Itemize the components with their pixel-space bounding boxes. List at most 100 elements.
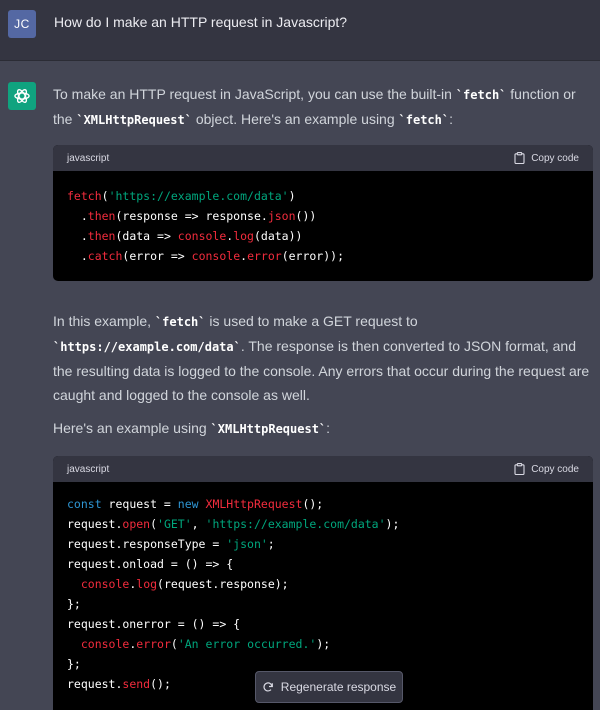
code-token: open bbox=[122, 517, 151, 531]
code-token: fetch bbox=[67, 189, 102, 203]
code-token: . bbox=[67, 249, 88, 263]
response-paragraph-intro: To make an HTTP request in JavaScript, y… bbox=[53, 82, 593, 132]
code-line: request.onload = () => { bbox=[67, 554, 579, 574]
inline-code: `fetch` bbox=[455, 88, 507, 102]
response-paragraph-explanation: In this example, `fetch` is used to make… bbox=[53, 309, 593, 407]
code-token: const bbox=[67, 497, 102, 511]
code-token: (data)) bbox=[253, 229, 303, 243]
code-token: 'https://example.com/data' bbox=[108, 189, 289, 203]
copy-code-label: Copy code bbox=[531, 463, 579, 475]
code-token: ( bbox=[101, 189, 109, 203]
code-line: fetch('https://example.com/data') bbox=[67, 186, 579, 206]
inline-code: `fetch` bbox=[154, 315, 206, 329]
copy-code-button[interactable]: Copy code bbox=[514, 152, 579, 164]
code-body: fetch('https://example.com/data') .then(… bbox=[53, 171, 593, 281]
code-token: }; bbox=[67, 597, 81, 611]
code-token: , bbox=[191, 517, 206, 531]
code-token: (data => bbox=[115, 229, 178, 243]
copy-code-button[interactable]: Copy code bbox=[514, 463, 579, 475]
code-line: .then(response => response.json()) bbox=[67, 206, 579, 226]
code-token: error bbox=[247, 249, 282, 263]
text-segment: : bbox=[326, 420, 331, 436]
text-segment: : bbox=[449, 111, 453, 127]
code-token: ); bbox=[316, 637, 331, 651]
code-block-fetch: javascript Copy code fetch('https://exam… bbox=[53, 145, 593, 281]
code-token: request.onload = () => { bbox=[67, 557, 234, 571]
code-line: request.responseType = 'json'; bbox=[67, 534, 579, 554]
code-token: request.responseType = bbox=[67, 537, 227, 551]
code-token: request. bbox=[67, 677, 123, 691]
inline-code: `fetch` bbox=[398, 113, 450, 127]
code-token: (); bbox=[150, 677, 171, 691]
code-line: }; bbox=[67, 594, 579, 614]
code-token: log bbox=[233, 229, 254, 243]
inline-code: `https://example.com/data` bbox=[53, 340, 241, 354]
code-token: ()) bbox=[295, 209, 317, 223]
code-language-label: javascript bbox=[67, 152, 110, 164]
code-token: ( bbox=[170, 637, 178, 651]
code-token: 'json' bbox=[226, 537, 268, 551]
text-segment: In this example, bbox=[53, 313, 155, 329]
code-line: .catch(error => console.error(error)); bbox=[67, 246, 579, 266]
text-segment: To make an HTTP request in JavaScript, y… bbox=[53, 86, 456, 102]
user-question: How do I make an HTTP request in Javascr… bbox=[54, 14, 348, 30]
clipboard-icon bbox=[514, 463, 525, 475]
code-token: ) bbox=[288, 189, 296, 203]
code-token: send bbox=[122, 677, 151, 691]
code-token: ); bbox=[385, 517, 400, 531]
code-token: XMLHttpRequest bbox=[205, 497, 303, 511]
code-line: console.error('An error occurred.'); bbox=[67, 634, 579, 654]
code-token: error bbox=[136, 637, 171, 651]
response-paragraph-xhr-intro: Here's an example using `XMLHttpRequest`… bbox=[53, 416, 593, 441]
code-block-header: javascript Copy code bbox=[53, 456, 593, 482]
user-message-row: JC How do I make an HTTP request in Java… bbox=[0, 0, 600, 61]
code-token: then bbox=[87, 209, 116, 223]
inline-code: `XMLHttpRequest` bbox=[76, 113, 192, 127]
code-token: ; bbox=[267, 537, 275, 551]
code-line: request.open('GET', 'https://example.com… bbox=[67, 514, 579, 534]
code-token: then bbox=[87, 229, 116, 243]
code-line: .then(data => console.log(data)) bbox=[67, 226, 579, 246]
code-token: catch bbox=[87, 249, 123, 263]
code-token: 'https://example.com/data' bbox=[205, 517, 386, 531]
code-token: console bbox=[191, 249, 241, 263]
code-token: (); bbox=[302, 497, 324, 511]
code-line: const request = new XMLHttpRequest(); bbox=[67, 494, 579, 514]
code-token: log bbox=[136, 577, 158, 591]
code-token: (error => bbox=[122, 249, 192, 263]
assistant-avatar bbox=[8, 82, 36, 110]
user-avatar: JC bbox=[8, 10, 36, 38]
code-token: . bbox=[67, 209, 88, 223]
clipboard-icon bbox=[514, 152, 525, 164]
code-token: request = bbox=[101, 497, 178, 511]
code-token: console bbox=[80, 637, 130, 651]
inline-code: `XMLHttpRequest` bbox=[210, 422, 327, 436]
code-token: . bbox=[67, 229, 88, 243]
code-token: request.onerror = () => { bbox=[67, 617, 241, 631]
code-token: (response => response. bbox=[115, 209, 268, 223]
code-token: ( bbox=[150, 517, 158, 531]
code-token: console bbox=[177, 229, 227, 243]
refresh-icon bbox=[263, 682, 273, 692]
code-token: new bbox=[177, 497, 199, 511]
code-token: (request.response); bbox=[157, 577, 289, 591]
code-token: (error)); bbox=[281, 249, 344, 263]
regenerate-response-button[interactable]: Regenerate response bbox=[255, 671, 403, 703]
copy-code-label: Copy code bbox=[531, 152, 579, 164]
text-segment: Here's an example using bbox=[53, 420, 211, 436]
code-token: }; bbox=[67, 657, 81, 671]
code-token: 'An error occurred.' bbox=[177, 637, 317, 651]
code-language-label: javascript bbox=[67, 463, 110, 475]
regenerate-label: Regenerate response bbox=[280, 680, 397, 694]
code-token: request. bbox=[67, 517, 123, 531]
code-token: json bbox=[267, 209, 296, 223]
code-token: 'GET' bbox=[157, 517, 192, 531]
text-segment: is used to make a GET request to bbox=[205, 313, 418, 329]
code-line: request.onerror = () => { bbox=[67, 614, 579, 634]
code-token: console bbox=[80, 577, 130, 591]
code-line: console.log(request.response); bbox=[67, 574, 579, 594]
text-segment: object. Here's an example using bbox=[191, 111, 399, 127]
